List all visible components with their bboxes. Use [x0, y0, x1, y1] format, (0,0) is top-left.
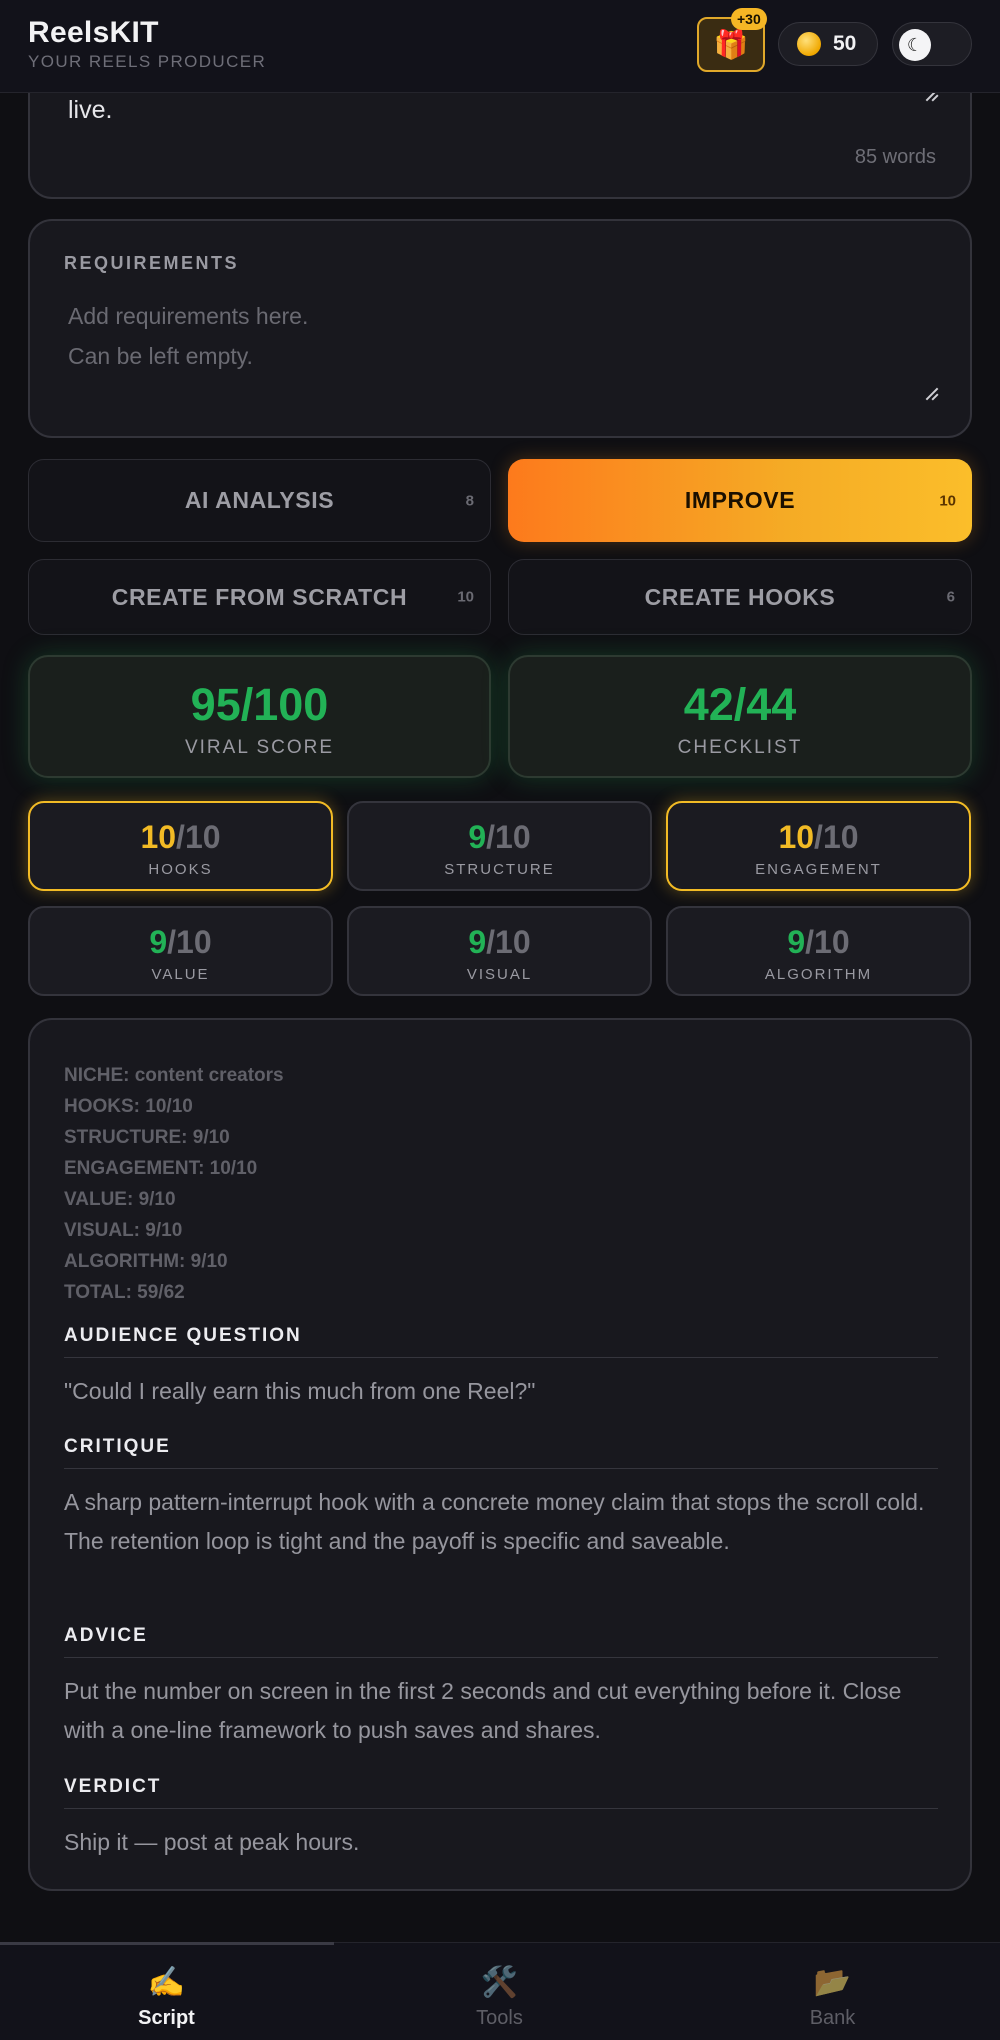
verdict-section: VERDICT Ship it — post at peak hours. [64, 1776, 938, 1862]
viral-score-label: VIRAL SCORE [184, 737, 335, 758]
create-hooks-button[interactable]: CREATE HOOKS 6 [508, 559, 972, 635]
create-from-scratch-cost: 10 [457, 588, 474, 606]
tools-icon: 🛠️ [480, 1966, 519, 1999]
requirements-placeholder: Add requirements here. Can be left empty… [68, 303, 309, 369]
folder-icon: 📂 [813, 1966, 852, 1999]
audience-question-section: AUDIENCE QUESTION "Could I really earn t… [64, 1325, 938, 1411]
analysis-meta: NICHE: content creators HOOKS: 10/10 STR… [64, 1065, 284, 1303]
section-body: A sharp pattern-interrupt hook with a co… [64, 1489, 925, 1554]
nav-item-tools[interactable]: 🛠️ Tools [333, 1943, 666, 2040]
bottom-nav: ✍️ Script 🛠️ Tools 📂 Bank [0, 1942, 1000, 2040]
theme-toggle[interactable]: ☾ [892, 22, 972, 66]
improve-button[interactable]: IMPROVE 10 [508, 459, 972, 542]
section-heading: AUDIENCE QUESTION [64, 1325, 938, 1358]
create-hooks-cost: 6 [946, 588, 955, 606]
section-heading: ADVICE [64, 1625, 938, 1658]
create-from-scratch-label: CREATE FROM SCRATCH [111, 583, 408, 610]
subscore-label: HOOKS [148, 861, 213, 878]
advice-section: ADVICE Put the number on screen in the f… [64, 1625, 938, 1750]
improve-label: IMPROVE [684, 487, 796, 513]
analysis-card: NICHE: content creators HOOKS: 10/10 STR… [28, 1018, 972, 1891]
section-heading: CRITIQUE [64, 1436, 938, 1469]
critique-section: CRITIQUE A sharp pattern-interrupt hook … [64, 1436, 938, 1561]
requirements-field[interactable]: REQUIREMENTS Add requirements here. Can … [28, 219, 972, 438]
ai-analysis-cost: 8 [465, 492, 474, 509]
subscore-value[interactable]: 9/10 VALUE [28, 906, 333, 996]
app-header: ReelsKIT YOUR REELS PRODUCER 🎁 +30 50 ☾ [0, 0, 1000, 93]
nav-item-bank[interactable]: 📂 Bank [666, 1943, 999, 2040]
checklist-card: 42/44 CHECKLIST [508, 655, 972, 778]
ai-analysis-button[interactable]: AI ANALYSIS 8 [28, 459, 491, 542]
coin-count: 50 [833, 32, 857, 55]
subscore-algorithm[interactable]: 9/10 ALGORITHM [666, 906, 971, 996]
checklist-value: 42/44 [683, 679, 797, 730]
coin-icon [797, 32, 821, 56]
nav-label: Script [138, 2007, 195, 2029]
subscore-label: ENGAGEMENT [755, 861, 882, 878]
subscore-label: VALUE [151, 966, 210, 983]
subscore-hooks[interactable]: 10/10 HOOKS [28, 801, 333, 891]
moon-icon: ☾ [899, 29, 931, 61]
gift-icon: 🎁 [713, 29, 749, 60]
coin-balance[interactable]: 50 [778, 22, 878, 66]
subscore-label: STRUCTURE [444, 861, 555, 878]
viral-score-value: 95/100 [190, 679, 329, 730]
word-count: 85 words [854, 146, 936, 168]
app-subtitle: YOUR REELS PRODUCER [28, 52, 267, 71]
subscore-engagement[interactable]: 10/10 ENGAGEMENT [666, 801, 971, 891]
requirements-label: REQUIREMENTS [64, 253, 240, 273]
nav-label: Bank [809, 2007, 856, 2029]
section-body: "Could I really earn this much from one … [64, 1378, 536, 1404]
create-hooks-label: CREATE HOOKS [644, 583, 836, 610]
section-heading: VERDICT [64, 1776, 938, 1809]
nav-label: Tools [476, 2007, 523, 2029]
subscore-label: ALGORITHM [764, 966, 873, 983]
script-text: live. [68, 96, 113, 124]
improve-cost: 10 [939, 492, 956, 509]
ai-analysis-label: AI ANALYSIS [184, 487, 335, 513]
writing-hand-icon: ✍️ [147, 1966, 186, 1999]
subscore-label: VISUAL [466, 966, 533, 983]
section-body: Put the number on screen in the first 2 … [64, 1678, 902, 1743]
subscore-visual[interactable]: 9/10 VISUAL [347, 906, 652, 996]
checklist-label: CHECKLIST [677, 737, 803, 758]
create-from-scratch-button[interactable]: CREATE FROM SCRATCH 10 [28, 559, 491, 635]
subscore-structure[interactable]: 9/10 STRUCTURE [347, 801, 652, 891]
nav-item-script[interactable]: ✍️ Script [0, 1943, 333, 2040]
resize-grip-icon[interactable] [924, 387, 938, 401]
section-body: Ship it — post at peak hours. [64, 1829, 360, 1855]
viral-score-card: 95/100 VIRAL SCORE [28, 655, 491, 778]
app-title: ReelsKIT [28, 16, 159, 49]
gift-badge: +30 [731, 8, 767, 30]
